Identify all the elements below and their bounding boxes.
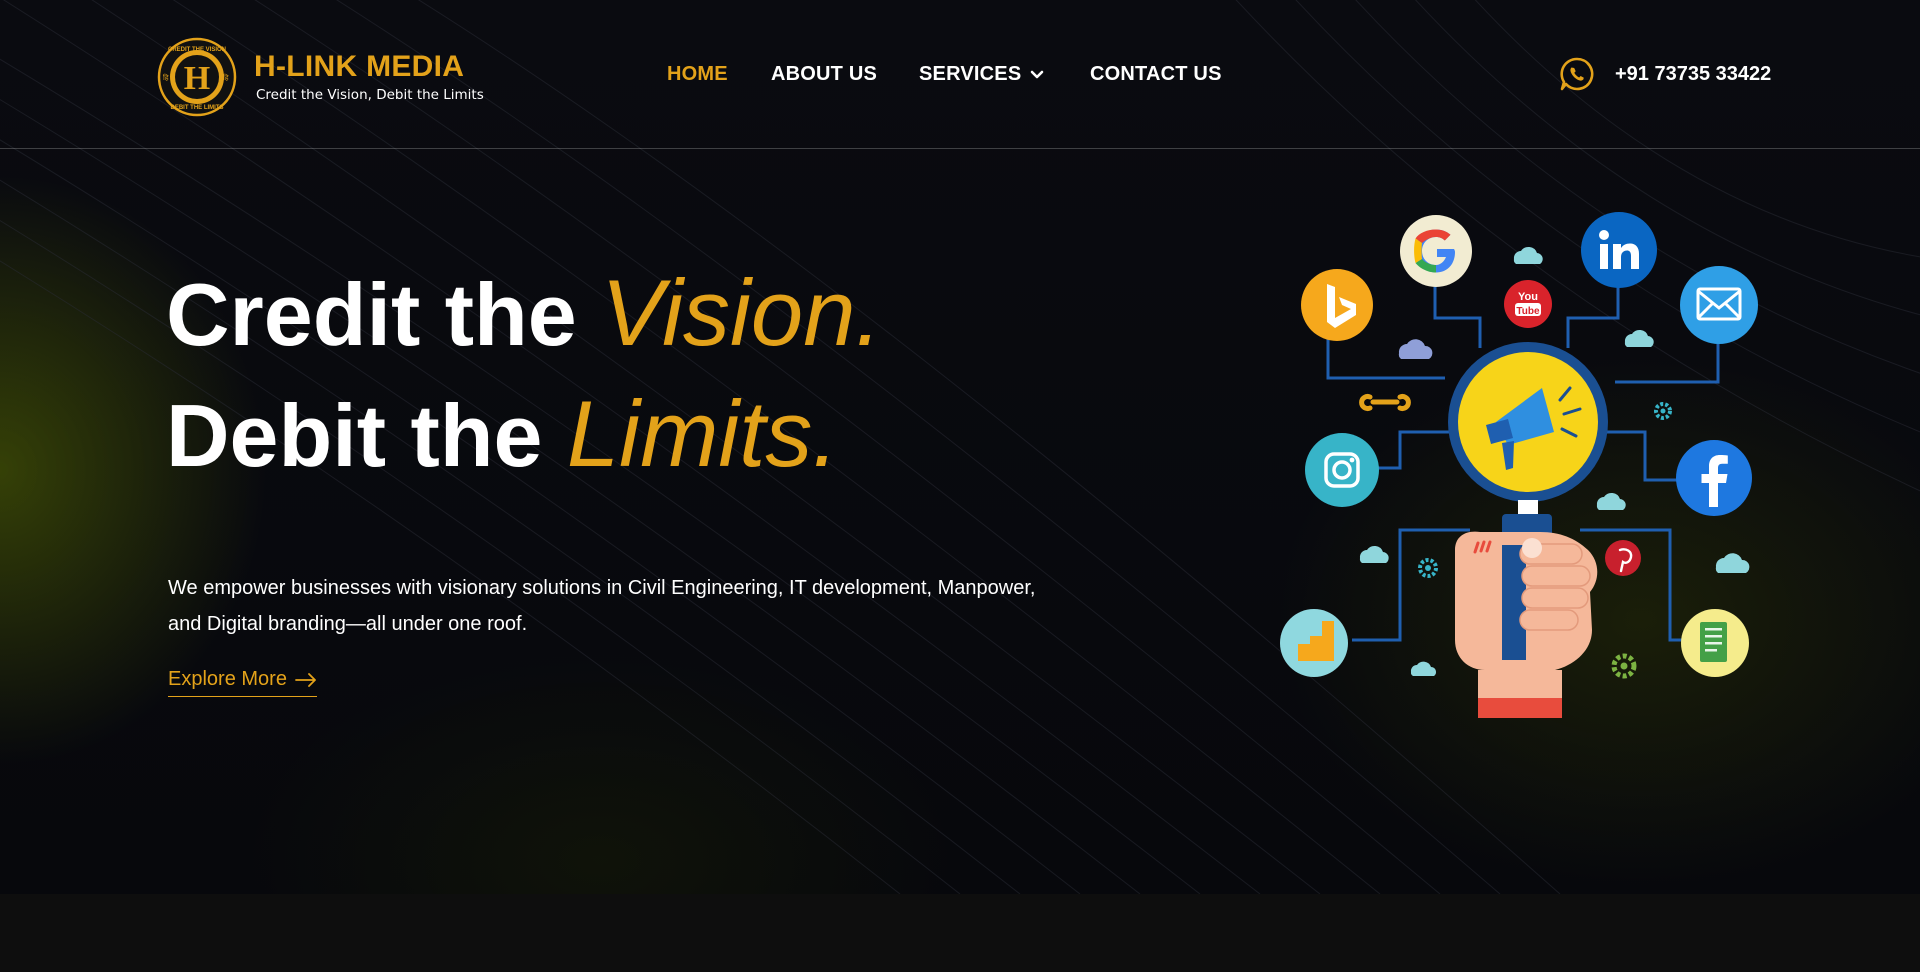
logo-letter: H: [184, 60, 210, 97]
headline-line-2-plain: Debit the: [166, 386, 567, 485]
youtube-icon: You Tube: [1504, 280, 1552, 328]
digital-marketing-illustration: You Tube: [1280, 212, 1758, 718]
logo-side-right: हि: [223, 73, 229, 82]
site-header: H CREDIT THE VISION DEBIT THE LIMITS हि …: [0, 0, 1920, 149]
magnifier-hand-icon: [1455, 500, 1598, 718]
logo-side-left: हि: [163, 73, 169, 82]
bing-icon: [1301, 269, 1373, 341]
instagram-icon: [1305, 433, 1379, 507]
chevron-down-icon[interactable]: [1029, 64, 1045, 86]
headline-line-1-accent: Vision.: [601, 260, 882, 365]
nav-home[interactable]: HOME: [667, 63, 728, 87]
hero-description: We empower businesses with visionary sol…: [168, 577, 1036, 635]
logo-text-top: CREDIT THE VISION: [168, 47, 226, 53]
megaphone-icon: [1448, 342, 1608, 502]
gear-icon: [1654, 402, 1672, 420]
wrench-icon: [1359, 394, 1411, 411]
svg-text:You: You: [1518, 291, 1538, 303]
next-section-band: [0, 894, 1920, 972]
headline-line-2: Debit the Limits.: [166, 387, 839, 481]
phone-number[interactable]: +91 73735 33422: [1615, 63, 1771, 86]
brand-tagline: Credit the Vision, Debit the Limits: [256, 87, 484, 103]
cloud-icon: [1398, 339, 1433, 359]
gear-icon: [1611, 653, 1637, 679]
explore-more-label: Explore More: [168, 668, 287, 690]
whatsapp-icon[interactable]: [1559, 56, 1595, 92]
facebook-icon: [1676, 440, 1752, 516]
nav-about-us[interactable]: ABOUT US: [771, 63, 877, 87]
nav-services[interactable]: SERVICES: [919, 63, 1021, 87]
email-icon: [1680, 266, 1758, 344]
pinterest-icon: [1605, 540, 1641, 576]
brand-logo-badge[interactable]: H CREDIT THE VISION DEBIT THE LIMITS हि …: [157, 37, 237, 117]
svg-text:Tube: Tube: [1516, 306, 1540, 317]
google-icon: [1400, 215, 1472, 287]
headline-line-2-accent: Limits.: [566, 381, 839, 486]
linkedin-icon: [1581, 212, 1657, 288]
brand-name[interactable]: H-LINK MEDIA: [254, 50, 464, 84]
headline-line-1-plain: Credit the: [166, 265, 602, 364]
explore-more-link[interactable]: Explore More: [168, 668, 317, 697]
analytics-icon: [1280, 609, 1348, 677]
gear-icon: [1418, 558, 1438, 578]
headline-line-1: Credit the Vision.: [166, 266, 882, 360]
document-icon: [1681, 609, 1749, 677]
arrow-right-icon: [295, 672, 316, 687]
logo-text-bottom: DEBIT THE LIMITS: [171, 105, 224, 111]
nav-contact-us[interactable]: CONTACT US: [1090, 63, 1222, 87]
